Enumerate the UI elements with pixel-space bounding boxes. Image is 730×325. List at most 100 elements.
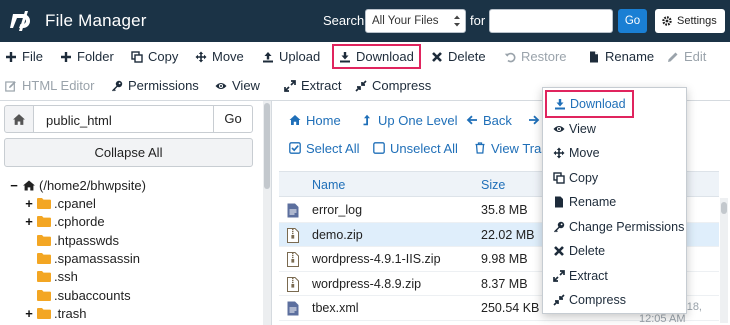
tree-item[interactable]: .ssh <box>24 267 78 285</box>
tree-item-home[interactable]: − (/home2/bhwpsite) <box>9 176 146 194</box>
expand-toggle[interactable]: + <box>24 306 34 321</box>
expand-icon <box>284 79 296 92</box>
compress-button[interactable]: Compress <box>355 75 431 96</box>
tree-scrollbar[interactable] <box>263 101 271 325</box>
context-extract[interactable]: Extract <box>553 267 608 285</box>
nav-home-button[interactable]: Home <box>289 111 341 129</box>
edit-button[interactable]: Edit <box>667 46 706 67</box>
checkbox-empty-icon <box>373 142 385 154</box>
scrollbar-thumb[interactable] <box>721 202 727 214</box>
scrollbar-thumb[interactable] <box>264 103 270 189</box>
context-rename[interactable]: Rename <box>553 193 616 211</box>
home-icon <box>23 179 35 191</box>
context-copy[interactable]: Copy <box>553 169 598 187</box>
level-up-icon <box>363 114 370 126</box>
context-compress[interactable]: Compress <box>553 291 626 309</box>
context-view[interactable]: View <box>553 120 596 138</box>
file-name: wordpress-4.9.1-IIS.zip <box>312 252 441 266</box>
file-name: wordpress-4.8.9.zip <box>312 276 422 291</box>
folder-icon <box>37 197 51 209</box>
delete-button[interactable]: Delete <box>431 46 486 67</box>
folder-icon <box>37 234 51 246</box>
checkbox-checked-icon <box>289 142 301 154</box>
delete-label: Delete <box>448 49 486 64</box>
search-scope-select[interactable]: All Your Files <box>365 9 466 33</box>
column-size-header[interactable]: Size <box>481 178 505 192</box>
copy-button[interactable]: Copy <box>131 46 178 67</box>
tree-item-label: .cpanel <box>54 195 96 211</box>
context-compress-label: Compress <box>569 293 626 307</box>
select-all-label: Select All <box>306 140 360 156</box>
context-download[interactable]: Download <box>545 90 634 118</box>
context-move[interactable]: Move <box>553 144 600 162</box>
context-download-label: Download <box>570 97 626 111</box>
select-all-button[interactable]: Select All <box>289 139 359 157</box>
settings-label: Settings <box>677 15 717 27</box>
context-permissions-label: Change Permissions <box>569 220 685 234</box>
file-list-scrollbar[interactable] <box>720 198 728 323</box>
search-label: Search <box>323 13 365 28</box>
collapse-toggle[interactable]: − <box>9 178 19 193</box>
tree-item-label: .trash <box>54 305 87 321</box>
move-label: Move <box>212 49 244 64</box>
view-button[interactable]: View <box>215 75 260 96</box>
x-icon <box>432 51 442 62</box>
context-delete[interactable]: Delete <box>553 242 605 260</box>
expand-toggle[interactable]: + <box>24 196 34 211</box>
tree-item[interactable]: .spamassassin <box>24 249 140 267</box>
zip-file-icon <box>287 227 299 243</box>
permissions-button[interactable]: Permissions <box>111 75 199 96</box>
search-input[interactable] <box>489 9 613 33</box>
move-button[interactable]: Move <box>195 46 244 67</box>
path-input[interactable]: public_html <box>33 105 214 133</box>
text-file-icon <box>287 301 299 316</box>
move-arrows-icon <box>553 147 565 159</box>
gear-icon <box>662 16 672 26</box>
home-directory-button[interactable] <box>4 105 34 133</box>
file-size: 35.8 MB <box>481 203 528 217</box>
expand-icon <box>553 270 565 282</box>
context-extract-label: Extract <box>569 269 608 283</box>
brand[interactable]: File Manager <box>10 8 147 34</box>
path-go-button[interactable]: Go <box>213 105 253 133</box>
toolbar-primary: File Folder Copy Move Upload Download De… <box>0 42 730 71</box>
key-icon <box>554 221 565 233</box>
trash-icon <box>475 142 485 154</box>
arrow-left-icon <box>466 115 477 125</box>
search-go-button[interactable]: Go <box>618 9 647 33</box>
pencil-icon <box>668 52 678 62</box>
compress-icon <box>553 294 565 306</box>
select-arrows-icon <box>454 15 460 27</box>
extract-label: Extract <box>301 78 342 93</box>
download-button[interactable]: Download <box>332 44 421 69</box>
unselect-all-button[interactable]: Unselect All <box>373 139 458 157</box>
home-icon <box>13 114 25 125</box>
permissions-label: Permissions <box>128 78 199 93</box>
back-label: Back <box>483 112 512 128</box>
expand-toggle[interactable]: + <box>24 214 34 229</box>
file-icon <box>590 51 598 62</box>
tree-item[interactable]: + .cphorde <box>24 212 104 230</box>
back-button[interactable]: Back <box>466 111 512 129</box>
new-file-label: File <box>22 49 43 64</box>
restore-button[interactable]: Restore <box>504 46 567 67</box>
compress-label: Compress <box>372 78 432 93</box>
up-one-level-button[interactable]: Up One Level <box>361 111 458 129</box>
new-file-button[interactable]: File <box>5 46 43 67</box>
tree-item[interactable]: + .cpanel <box>24 194 96 212</box>
tree-item[interactable]: .subaccounts <box>24 286 131 304</box>
tree-item[interactable]: + .trash <box>24 304 87 322</box>
settings-button[interactable]: Settings <box>655 9 725 33</box>
column-name-header[interactable]: Name <box>312 178 345 192</box>
extract-button[interactable]: Extract <box>284 75 341 96</box>
tree-item[interactable]: .htpasswds <box>24 231 119 249</box>
html-editor-button[interactable]: HTML Editor <box>5 75 94 96</box>
context-change-permissions[interactable]: Change Permissions <box>553 218 684 236</box>
upload-button[interactable]: Upload <box>262 46 320 67</box>
rename-label: Rename <box>605 49 655 64</box>
x-icon <box>554 246 564 256</box>
rename-button[interactable]: Rename <box>588 46 654 67</box>
new-folder-button[interactable]: Folder <box>60 46 114 67</box>
collapse-all-button[interactable]: Collapse All <box>4 138 253 167</box>
search-scope-value: All Your Files <box>372 15 439 27</box>
